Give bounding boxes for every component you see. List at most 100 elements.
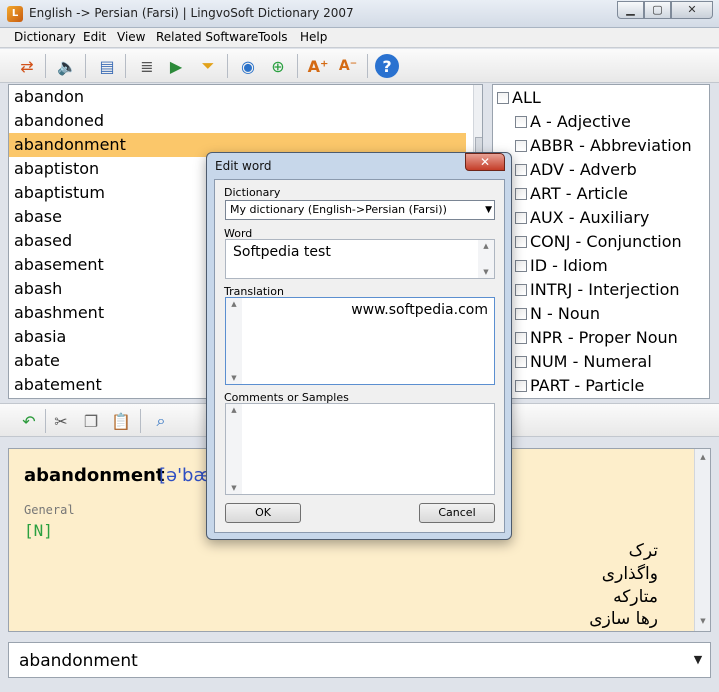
menu-bar: Dictionary Edit View Related Software To… bbox=[0, 28, 719, 48]
checkbox[interactable] bbox=[515, 116, 527, 128]
close-button[interactable]: ✕ bbox=[671, 1, 713, 19]
menu-help[interactable]: Help bbox=[300, 30, 327, 44]
help-icon[interactable]: ? bbox=[375, 54, 399, 78]
toolbar-separator bbox=[45, 409, 46, 433]
menu-edit[interactable]: Edit bbox=[83, 30, 106, 44]
toolbar-separator bbox=[367, 54, 368, 78]
toolbar-separator bbox=[45, 54, 46, 78]
article-scrollbar[interactable]: ▲ ▼ bbox=[694, 449, 710, 631]
toolbar-separator bbox=[85, 54, 86, 78]
toolbar-separator bbox=[297, 54, 298, 78]
pos-item[interactable]: CONJ - Conjunction bbox=[515, 230, 682, 254]
checkbox[interactable] bbox=[515, 284, 527, 296]
ok-button[interactable]: OK bbox=[225, 503, 301, 523]
toolbar-separator bbox=[227, 54, 228, 78]
list-item[interactable]: abandoned bbox=[9, 109, 466, 133]
pos-item[interactable]: NUM - Numeral bbox=[515, 350, 652, 374]
pos-item[interactable]: AUX - Auxiliary bbox=[515, 206, 649, 230]
speaker-icon[interactable]: 🔈 bbox=[54, 53, 80, 79]
dictionary-manager-icon[interactable]: ▤ bbox=[94, 53, 120, 79]
window-title: English -> Persian (Farsi) | LingvoSoft … bbox=[29, 6, 354, 20]
scroll-up-icon[interactable]: ▲ bbox=[226, 406, 242, 414]
checkbox[interactable] bbox=[515, 356, 527, 368]
minimize-button[interactable]: ▁ bbox=[617, 1, 644, 19]
pos-item[interactable]: ABBR - Abbreviation bbox=[515, 134, 692, 158]
scroll-up-icon[interactable]: ▲ bbox=[478, 242, 494, 250]
swap-direction-icon[interactable]: ⇄ bbox=[14, 53, 40, 79]
dictionary-select-value: My dictionary (English->Persian (Farsi)) bbox=[230, 203, 447, 216]
pos-item[interactable]: N - Noun bbox=[515, 302, 600, 326]
article-subject-label: General bbox=[24, 503, 75, 517]
toolbar-separator bbox=[140, 409, 141, 433]
paste-icon[interactable]: 📋 bbox=[108, 408, 134, 434]
search-input[interactable]: abandonment bbox=[19, 651, 138, 671]
checkbox[interactable] bbox=[515, 308, 527, 320]
app-logo-icon: L bbox=[7, 6, 23, 22]
article-transcription: [ə'bæ bbox=[159, 465, 212, 486]
translation-line: ترک bbox=[628, 541, 658, 561]
menu-dictionary[interactable]: Dictionary bbox=[14, 30, 76, 44]
pos-item[interactable]: NPR - Proper Noun bbox=[515, 326, 678, 350]
scroll-up-icon[interactable]: ▲ bbox=[226, 300, 242, 308]
pos-item[interactable]: PART - Particle bbox=[515, 374, 644, 398]
checkbox[interactable] bbox=[515, 140, 527, 152]
checkbox[interactable] bbox=[515, 332, 527, 344]
menu-view[interactable]: View bbox=[117, 30, 145, 44]
search-combobox[interactable]: abandonment ▼ bbox=[8, 642, 711, 678]
word-field-scrollbar[interactable]: ▲ ▼ bbox=[478, 240, 494, 278]
dictionary-label: Dictionary bbox=[224, 186, 281, 199]
pos-item-all[interactable]: ALL bbox=[497, 86, 541, 110]
list-item[interactable]: abandon bbox=[9, 85, 466, 109]
chevron-down-icon[interactable]: ▼ bbox=[485, 201, 492, 219]
checkbox[interactable] bbox=[515, 164, 527, 176]
translation-field-value: www.softpedia.com bbox=[351, 302, 488, 318]
edit-word-dialog: Edit word ✕ Dictionary My dictionary (En… bbox=[206, 152, 512, 540]
scroll-down-icon[interactable]: ▼ bbox=[478, 268, 494, 276]
comments-scrollbar[interactable]: ▲ ▼ bbox=[226, 404, 242, 494]
comments-field[interactable]: ▲ ▼ bbox=[225, 403, 495, 495]
dialog-close-button[interactable]: ✕ bbox=[465, 153, 505, 171]
font-increase-icon[interactable]: A⁺ bbox=[305, 53, 331, 79]
translation-line: متارکه bbox=[613, 587, 658, 607]
scroll-up-icon[interactable]: ▲ bbox=[695, 453, 710, 461]
word-field-value: Softpedia test bbox=[233, 244, 331, 260]
search-icon[interactable]: ⌕ bbox=[148, 408, 174, 434]
checkbox[interactable] bbox=[515, 212, 527, 224]
cut-icon[interactable]: ✂ bbox=[48, 408, 74, 434]
maximize-button[interactable]: ▢ bbox=[644, 1, 671, 19]
main-toolbar: ⇄ 🔈 ▤ ≣ ▶ ⏷ ◉ ⊕ A⁺ A⁻ ? bbox=[0, 49, 719, 83]
undo-icon[interactable]: ↶ bbox=[16, 408, 42, 434]
copy-icon[interactable]: ❐ bbox=[78, 408, 104, 434]
title-bar: L English -> Persian (Farsi) | LingvoSof… bbox=[0, 0, 719, 28]
dictionary-select[interactable]: My dictionary (English->Persian (Farsi))… bbox=[225, 200, 495, 220]
add-word-icon[interactable]: ⊕ bbox=[265, 53, 291, 79]
pos-item[interactable]: INTRJ - Interjection bbox=[515, 278, 680, 302]
translation-scrollbar[interactable]: ▲ ▼ bbox=[226, 298, 242, 384]
search-dropdown-icon[interactable]: ▼ bbox=[688, 649, 708, 671]
scroll-down-icon[interactable]: ▼ bbox=[695, 617, 710, 625]
pos-item[interactable]: ADV - Adverb bbox=[515, 158, 637, 182]
cancel-button[interactable]: Cancel bbox=[419, 503, 495, 523]
menu-related-software[interactable]: Related Software bbox=[156, 30, 258, 44]
checkbox[interactable] bbox=[515, 260, 527, 272]
word-field[interactable]: Softpedia test ▲ ▼ bbox=[225, 239, 495, 279]
pos-item[interactable]: A - Adjective bbox=[515, 110, 631, 134]
scroll-down-icon[interactable]: ▼ bbox=[226, 374, 242, 382]
pos-item[interactable]: ART - Article bbox=[515, 182, 628, 206]
play-arrow-icon[interactable]: ▶ bbox=[163, 53, 189, 79]
font-decrease-icon[interactable]: A⁻ bbox=[335, 53, 361, 79]
translation-field[interactable]: ▲ ▼ www.softpedia.com bbox=[225, 297, 495, 385]
scroll-down-icon[interactable]: ▼ bbox=[226, 484, 242, 492]
checkbox[interactable] bbox=[515, 188, 527, 200]
menu-tools[interactable]: Tools bbox=[258, 30, 288, 44]
part-of-speech-filter: ALL A - Adjective ABBR - Abbreviation AD… bbox=[492, 84, 710, 399]
pos-item[interactable]: ID - Idiom bbox=[515, 254, 608, 278]
checkbox[interactable] bbox=[497, 92, 509, 104]
stack-icon[interactable]: ≣ bbox=[134, 53, 160, 79]
filter-icon[interactable]: ⏷ bbox=[195, 53, 221, 79]
checkbox[interactable] bbox=[515, 236, 527, 248]
globe-icon[interactable]: ◉ bbox=[235, 53, 261, 79]
article-pos-tag: [N] bbox=[24, 521, 53, 540]
checkbox[interactable] bbox=[515, 380, 527, 392]
dialog-body: Dictionary My dictionary (English->Persi… bbox=[214, 179, 505, 533]
